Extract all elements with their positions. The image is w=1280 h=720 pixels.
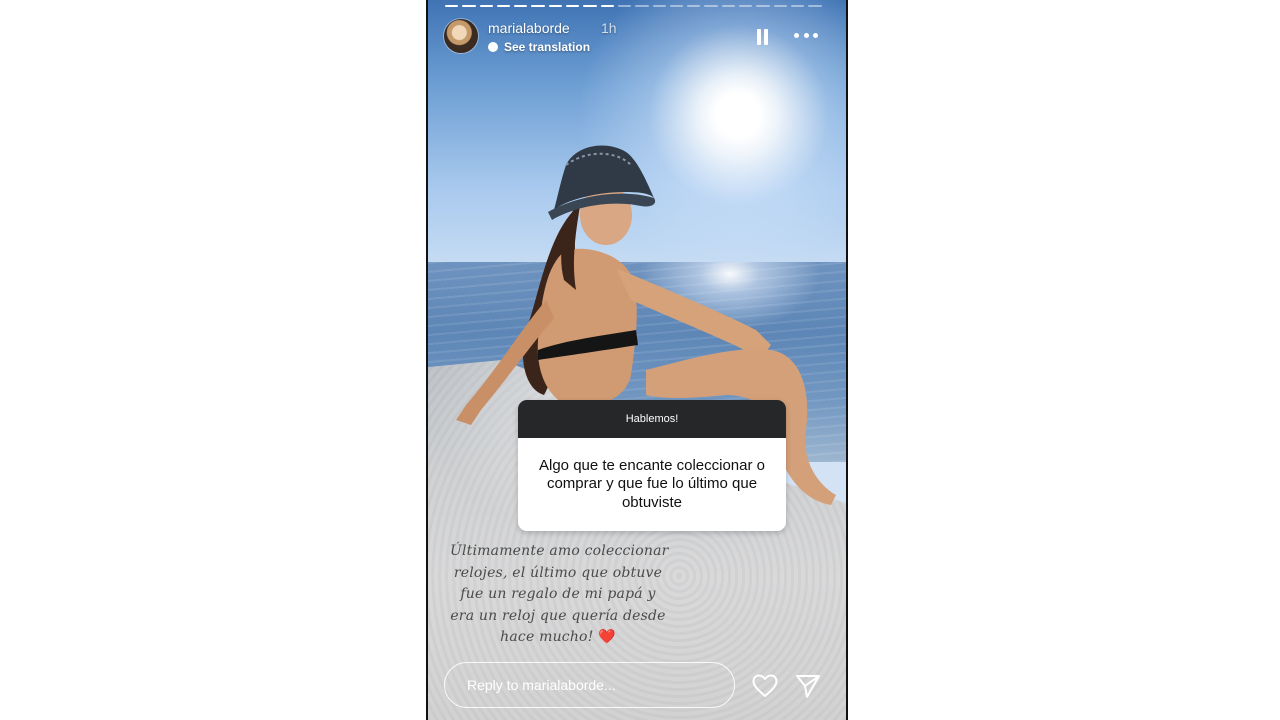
caption-line: relojes, el último que obtuve <box>453 564 663 581</box>
progress-segment <box>600 5 614 7</box>
pause-icon[interactable] <box>756 29 770 45</box>
progress-segment <box>721 5 736 7</box>
story-progress-bar <box>445 5 822 7</box>
progress-segment <box>548 5 563 7</box>
progress-segment <box>756 5 770 7</box>
reply-placeholder: Reply to marialaborde... <box>467 677 616 693</box>
caption-line: Últimamente amo coleccionar <box>450 543 669 559</box>
progress-segment <box>808 5 822 7</box>
send-icon[interactable] <box>795 673 821 699</box>
progress-segment <box>790 5 805 7</box>
progress-segment <box>496 5 511 7</box>
story-right-edge <box>846 0 848 720</box>
username-link[interactable]: marialaborde <box>488 20 570 36</box>
caption-line: era un reloj que quería desde <box>450 607 666 624</box>
progress-segment <box>704 5 718 7</box>
caption-line-text: hace mucho! <box>500 629 599 645</box>
progress-segment <box>514 5 528 7</box>
more-icon[interactable] <box>794 31 818 39</box>
progress-segment <box>687 5 701 7</box>
heart-icon[interactable] <box>752 674 778 698</box>
progress-segment <box>583 5 597 7</box>
progress-segment <box>669 5 684 7</box>
progress-segment <box>445 5 459 7</box>
translate-icon <box>488 42 498 52</box>
progress-segment <box>566 5 580 7</box>
post-time: 1h <box>601 20 617 36</box>
see-translation-label: See translation <box>504 40 591 54</box>
caption-line: fue un regalo de mi papá y <box>460 586 656 602</box>
progress-segment <box>462 5 476 7</box>
progress-segment <box>739 5 753 7</box>
progress-segment <box>635 5 649 7</box>
story-caption: Últimamente amo coleccionar relojes, el … <box>450 541 669 649</box>
story-header: marialaborde 1h See translation <box>444 19 830 57</box>
caption-line-last: hace mucho! ❤️ <box>450 627 666 649</box>
progress-segment <box>617 5 632 7</box>
story-left-edge <box>426 0 428 720</box>
avatar[interactable] <box>444 19 478 53</box>
progress-segment <box>773 5 787 7</box>
progress-segment <box>479 5 493 7</box>
question-sticker[interactable]: Hablemos! Algo que te encante colecciona… <box>518 400 786 531</box>
progress-segment <box>531 5 545 7</box>
question-sticker-text: Algo que te encante coleccionar o compra… <box>518 438 786 531</box>
see-translation-button[interactable]: See translation <box>488 40 590 54</box>
reply-input[interactable]: Reply to marialaborde... <box>444 662 735 708</box>
progress-segment <box>652 5 666 7</box>
story-viewer[interactable]: marialaborde 1h See translation Hablemos… <box>426 0 848 720</box>
question-sticker-title: Hablemos! <box>518 400 786 438</box>
heart-emoji: ❤️ <box>598 629 616 645</box>
